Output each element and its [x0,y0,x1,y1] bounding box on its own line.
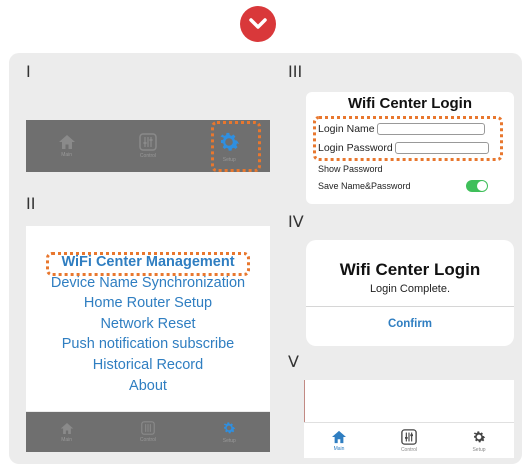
tab-main-label: Main [61,152,73,158]
menu-item-about[interactable]: About [26,376,270,397]
step-label-v: V [288,352,299,371]
tab-main[interactable]: Main [314,430,364,452]
dialog-title: Wifi Center Login [339,260,481,279]
chevron-down-icon [249,18,267,29]
tab-main-label: Main [333,445,345,452]
tab-control-label: Control [139,153,157,159]
home-icon [58,135,75,149]
sliders-icon [139,133,157,151]
step-label-iv: IV [288,212,304,231]
tab-control[interactable]: Control [384,428,434,453]
step-label-ii: II [26,194,36,213]
step-label-i: I [26,62,31,81]
save-credentials-toggle[interactable] [466,180,488,192]
sliders-icon [401,428,417,445]
tab-main[interactable]: Main [37,412,97,452]
login-form-title: Wifi Center Login [347,95,473,112]
menu-item-push-notification[interactable]: Push notification subscribe [26,334,270,355]
sliders-icon [141,421,155,435]
menu-item-network-reset[interactable]: Network Reset [26,314,270,335]
screen-v-tabbar: Main Control Setup [304,422,514,458]
gear-icon [224,422,236,434]
highlight-login-fields [313,116,503,161]
dialog-divider [306,306,514,307]
tab-main-label: Main [61,436,73,443]
save-credentials-label: Save Name&Password [318,181,411,191]
toggle-knob [477,181,487,191]
tab-setup-label: Setup [222,438,236,444]
highlight-wifi-center [46,252,250,276]
confirm-button[interactable]: Confirm [306,318,514,330]
screen-edge-line [304,380,305,422]
tab-control[interactable]: Control [118,412,178,452]
menu-item-home-router[interactable]: Home Router Setup [26,293,270,314]
tab-control-label: Control [139,437,157,443]
dialog-message: Login Complete. [369,283,451,295]
tab-main[interactable]: Main [37,120,97,172]
tab-control[interactable]: Control [118,120,178,172]
home-icon [60,422,73,434]
tab-control-label: Control [400,446,418,453]
home-icon [332,430,346,443]
highlight-setup-tab [211,121,261,172]
tab-setup[interactable]: Setup [454,429,504,453]
chevron-down-badge[interactable] [240,6,276,42]
screen-ii-tabbar: Main Control Setup [26,412,270,452]
show-password-label[interactable]: Show Password [318,164,383,174]
gear-icon [473,430,486,442]
menu-item-historical-record[interactable]: Historical Record [26,355,270,376]
step-label-iii: III [288,62,303,81]
tab-setup[interactable]: Setup [199,412,259,452]
tab-setup-label: Setup [472,446,486,453]
